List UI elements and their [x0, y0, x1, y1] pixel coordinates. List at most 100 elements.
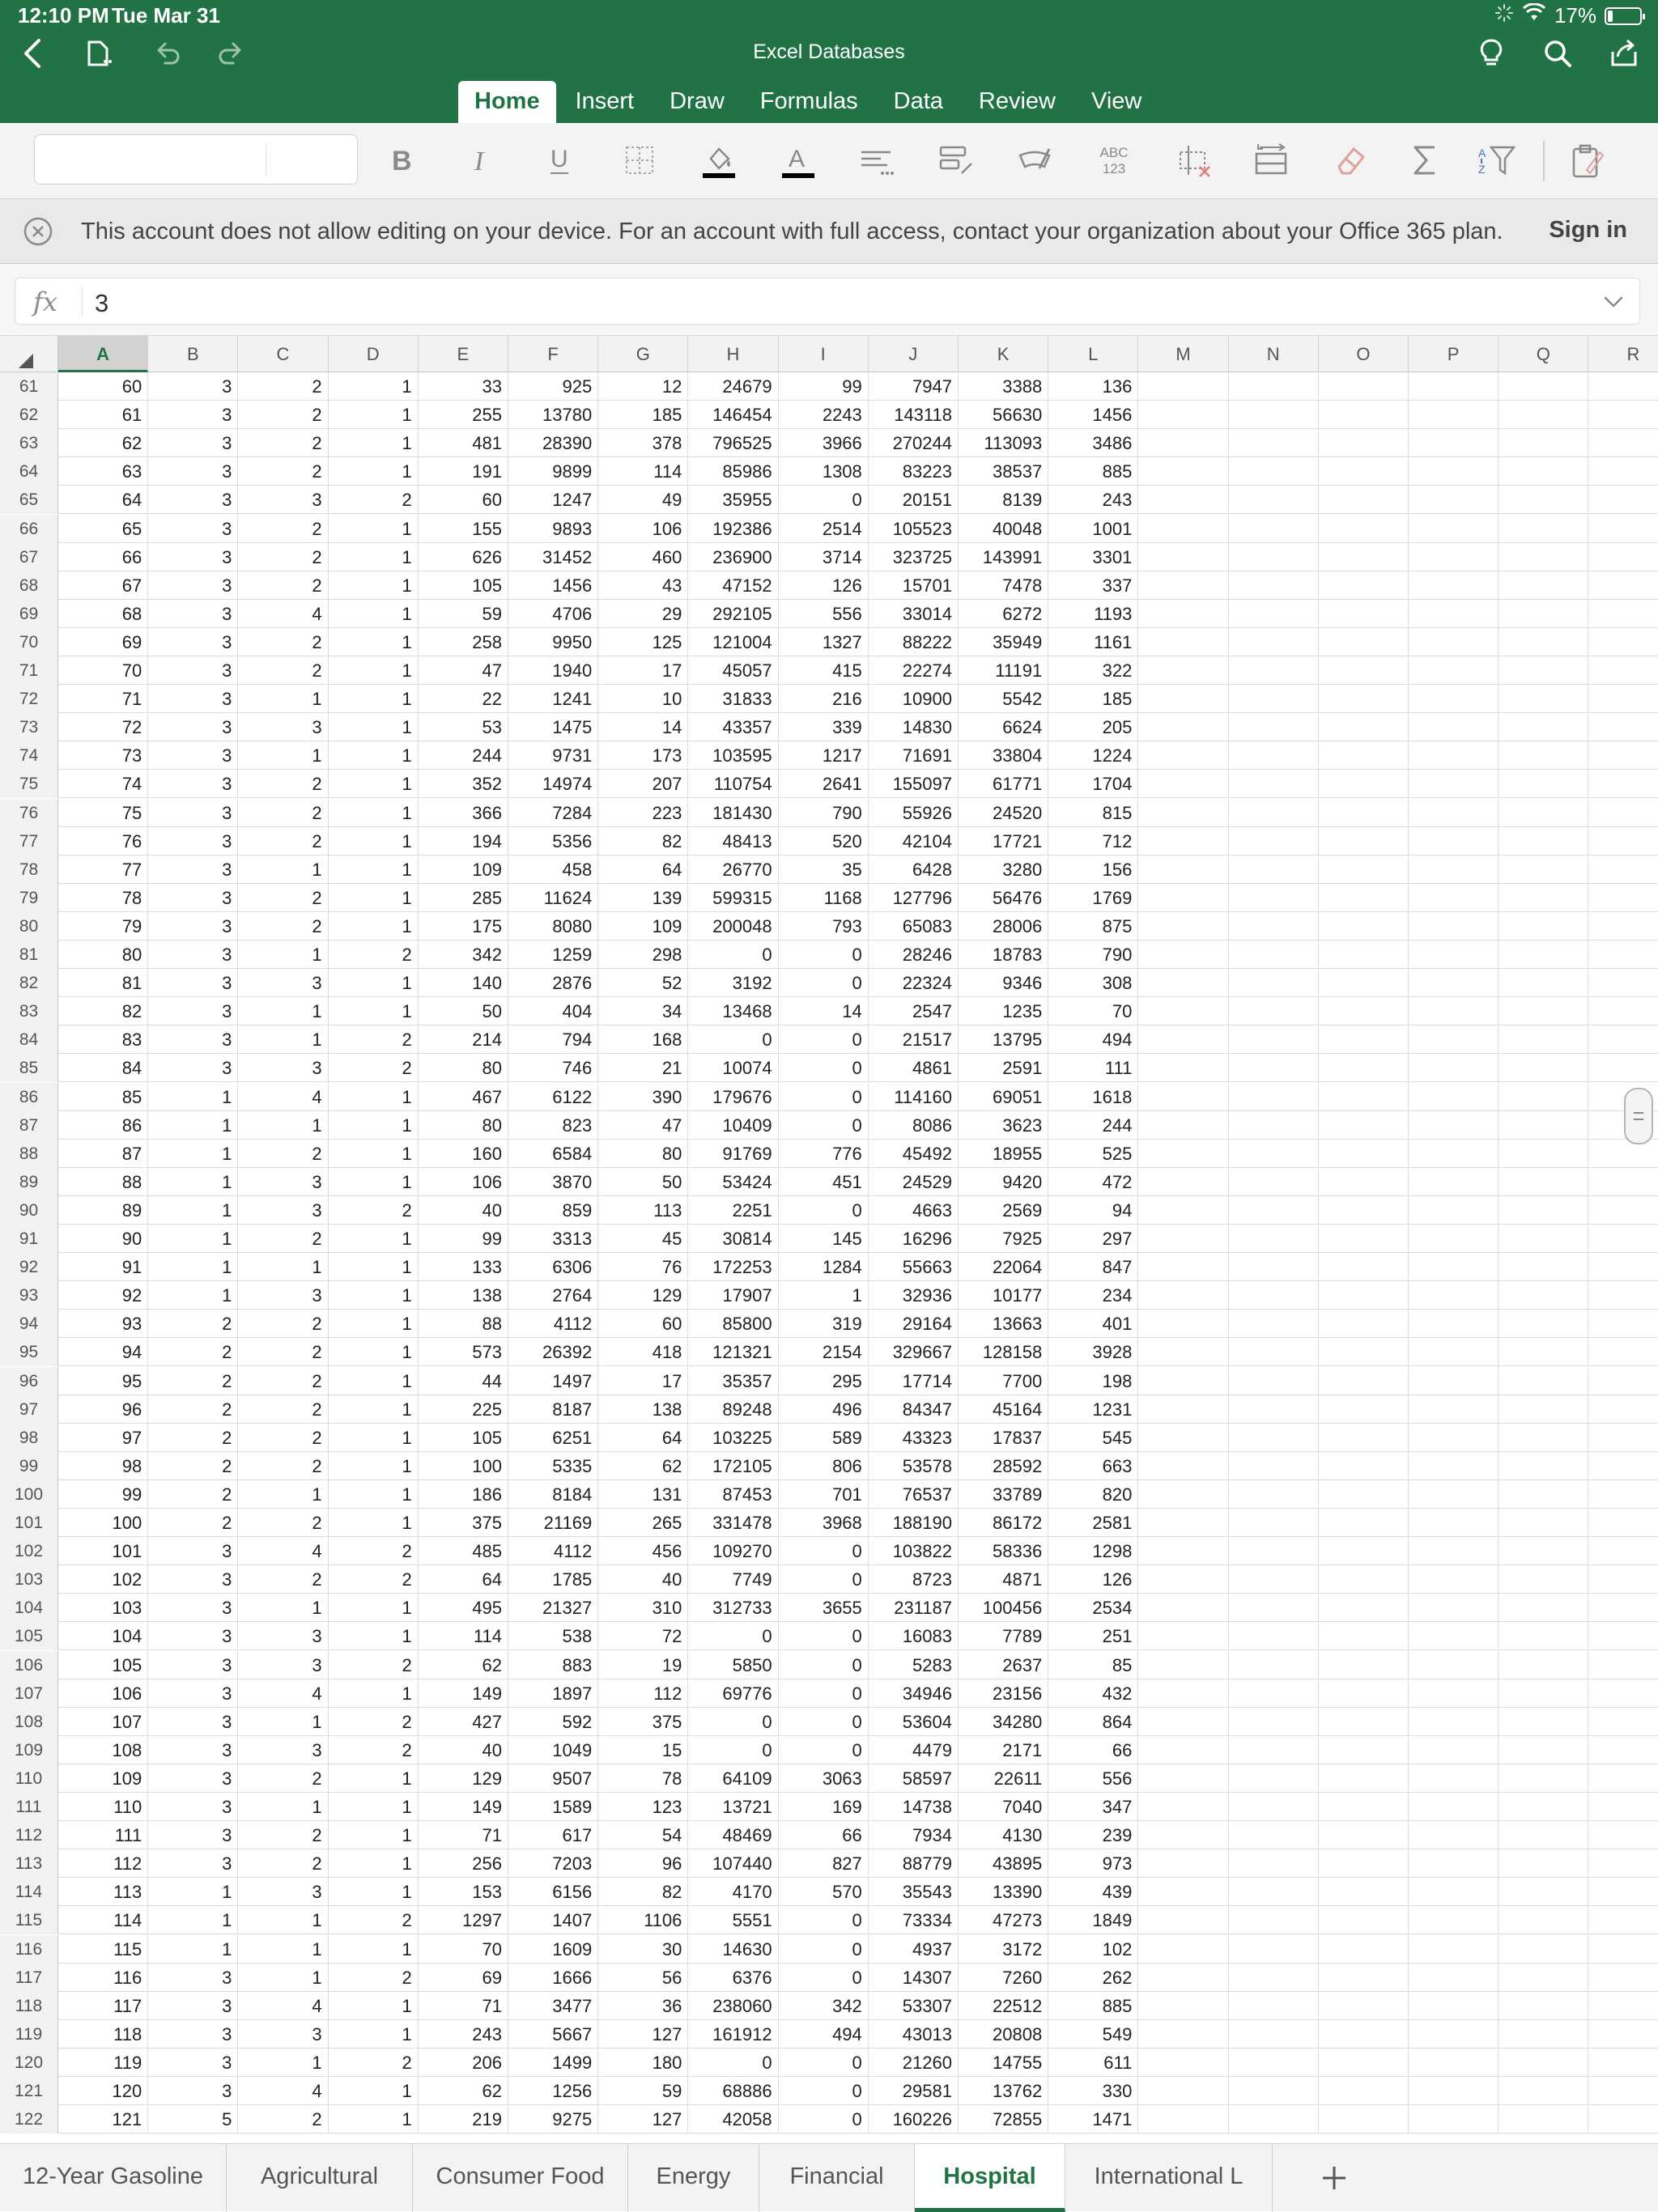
cell-e[interactable]: 375 [419, 1509, 508, 1537]
cell-g[interactable]: 125 [598, 627, 689, 656]
cell-p[interactable] [1409, 401, 1499, 430]
cell-k[interactable]: 22064 [959, 1253, 1049, 1282]
cell-g[interactable]: 173 [598, 741, 689, 771]
row-header[interactable]: 71 [0, 656, 58, 685]
cell-l[interactable]: 251 [1048, 1622, 1139, 1651]
cell-d[interactable]: 1 [329, 883, 419, 912]
cell-q[interactable] [1499, 1793, 1589, 1821]
cell-a[interactable]: 121 [58, 2105, 149, 2134]
cell-g[interactable]: 223 [598, 798, 689, 827]
cell-b[interactable]: 3 [148, 713, 239, 742]
font-color-button[interactable]: A [774, 136, 823, 185]
cell-d[interactable]: 1 [329, 969, 419, 998]
cell-l[interactable]: 973 [1048, 1849, 1139, 1879]
cell-i[interactable]: 1217 [779, 741, 869, 771]
cell-f[interactable]: 13780 [508, 401, 599, 430]
cell-n[interactable] [1229, 1565, 1319, 1594]
cell-p[interactable] [1409, 883, 1499, 912]
cell-h[interactable]: 45057 [688, 656, 779, 685]
cell-i[interactable]: 0 [779, 1110, 869, 1140]
cell-n[interactable] [1229, 798, 1319, 827]
cell-k[interactable]: 22512 [959, 1991, 1049, 2020]
cell-f[interactable]: 883 [508, 1650, 599, 1679]
cell-h[interactable]: 53424 [688, 1167, 779, 1196]
autosum-button[interactable] [1401, 136, 1449, 185]
cell-e[interactable]: 53 [419, 713, 508, 742]
cell-i[interactable]: 790 [779, 798, 869, 827]
cell-d[interactable]: 1 [329, 1338, 419, 1367]
cell-c[interactable]: 2 [238, 571, 329, 600]
cell-c[interactable]: 2 [238, 1423, 329, 1452]
cell-k[interactable]: 43895 [959, 1849, 1049, 1879]
cell-j[interactable]: 15701 [869, 571, 959, 600]
cell-p[interactable] [1409, 1423, 1499, 1452]
cell-q[interactable] [1499, 599, 1589, 628]
cell-q[interactable] [1499, 685, 1589, 714]
cell-g[interactable]: 106 [598, 514, 689, 543]
cell-o[interactable] [1319, 1054, 1409, 1083]
cell-b[interactable]: 2 [148, 1451, 239, 1480]
cell-k[interactable]: 128158 [959, 1338, 1049, 1367]
cell-e[interactable]: 69 [419, 1963, 508, 1992]
cell-o[interactable] [1319, 1594, 1409, 1623]
row-header[interactable]: 97 [0, 1395, 58, 1424]
cell-j[interactable]: 45492 [869, 1139, 959, 1168]
cell-h[interactable]: 14630 [688, 1934, 779, 1964]
cell-c[interactable]: 4 [238, 599, 329, 628]
cell-e[interactable]: 88 [419, 1310, 508, 1339]
cell-k[interactable]: 13762 [959, 2077, 1049, 2105]
row-header[interactable]: 64 [0, 457, 58, 486]
cell-k[interactable]: 100456 [959, 1594, 1049, 1623]
cell-i[interactable]: 0 [779, 1565, 869, 1594]
cell-h[interactable]: 87453 [688, 1480, 779, 1509]
cell-e[interactable]: 153 [419, 1878, 508, 1907]
cell-b[interactable]: 3 [148, 940, 239, 969]
cell-b[interactable]: 2 [148, 1310, 239, 1339]
cell-e[interactable]: 485 [419, 1537, 508, 1566]
cell-f[interactable]: 794 [508, 1025, 599, 1055]
cell-a[interactable]: 100 [58, 1509, 149, 1537]
cell-j[interactable]: 43013 [869, 2019, 959, 2049]
cell-m[interactable] [1138, 1707, 1229, 1736]
cell-c[interactable]: 3 [238, 1281, 329, 1310]
cell-l[interactable]: 297 [1048, 1225, 1139, 1253]
cell-n[interactable] [1229, 1906, 1319, 1935]
cell-r[interactable] [1588, 2105, 1658, 2133]
share-icon[interactable] [1601, 31, 1647, 76]
cell-r[interactable] [1588, 1622, 1658, 1650]
cell-d[interactable]: 1 [329, 1423, 419, 1452]
cell-d[interactable]: 1 [329, 798, 419, 827]
cell-b[interactable]: 3 [148, 826, 239, 856]
cell-f[interactable]: 1475 [508, 713, 599, 742]
cell-g[interactable]: 34 [598, 997, 689, 1026]
cell-j[interactable]: 55663 [869, 1253, 959, 1282]
cell-m[interactable] [1138, 457, 1229, 486]
cell-j[interactable]: 329667 [869, 1338, 959, 1367]
cell-k[interactable]: 24520 [959, 798, 1049, 827]
cell-q[interactable] [1499, 1679, 1589, 1708]
cell-p[interactable] [1409, 997, 1499, 1026]
cell-o[interactable] [1319, 401, 1409, 430]
cell-a[interactable]: 103 [58, 1594, 149, 1623]
cell-a[interactable]: 114 [58, 1906, 149, 1935]
cell-k[interactable]: 61771 [959, 770, 1049, 799]
cell-k[interactable]: 3623 [959, 1110, 1049, 1140]
cell-p[interactable] [1409, 571, 1499, 600]
cell-p[interactable] [1409, 1167, 1499, 1196]
cell-h[interactable]: 200048 [688, 911, 779, 940]
cell-b[interactable]: 1 [148, 1253, 239, 1282]
cell-n[interactable] [1229, 1366, 1319, 1395]
column-header-f[interactable]: F [508, 336, 599, 373]
scroll-handle[interactable] [1624, 1088, 1653, 1144]
cell-e[interactable]: 106 [419, 1167, 508, 1196]
cell-n[interactable] [1229, 1082, 1319, 1111]
cell-j[interactable]: 14738 [869, 1793, 959, 1821]
cell-c[interactable]: 1 [238, 1253, 329, 1282]
row-header[interactable]: 106 [0, 1650, 58, 1679]
cell-j[interactable]: 17714 [869, 1366, 959, 1395]
cell-r[interactable] [1588, 401, 1658, 429]
cell-k[interactable]: 17721 [959, 826, 1049, 856]
cell-r[interactable] [1588, 713, 1658, 741]
cell-d[interactable]: 1 [329, 2105, 419, 2134]
cell-n[interactable] [1229, 685, 1319, 714]
